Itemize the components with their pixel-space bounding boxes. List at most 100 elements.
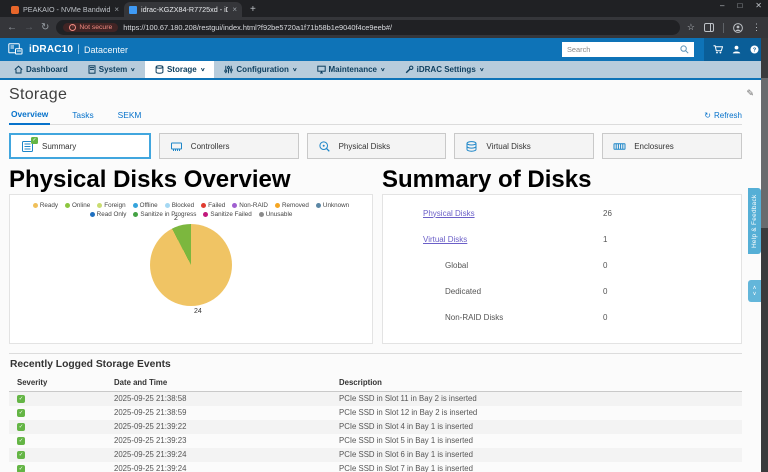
- user-icon[interactable]: [732, 45, 741, 54]
- nav-item-configuration[interactable]: Configuration ∨: [214, 61, 306, 78]
- tab-tasks[interactable]: Tasks: [70, 110, 95, 124]
- col-severity: Severity: [9, 374, 114, 392]
- idrac-favicon: [129, 6, 137, 14]
- sliders-icon: [224, 65, 233, 74]
- legend-item: Offline: [133, 202, 158, 209]
- severity-ok-icon: ✓: [17, 451, 25, 459]
- edit-pencil-icon[interactable]: ✎: [746, 88, 754, 99]
- summary-value: 0: [603, 287, 607, 296]
- url-text[interactable]: https://100.67.180.208/restgui/index.htm…: [123, 23, 392, 32]
- tab-overview[interactable]: Overview: [9, 109, 50, 125]
- license-level: Datacenter: [84, 45, 128, 55]
- legend-item: Removed: [275, 202, 309, 209]
- browser-toolbar: ← → ↻ ! Not secure https://100.67.180.20…: [0, 17, 768, 38]
- physical-disks-overview-title: Physical Disks Overview: [9, 166, 373, 194]
- browser-menu-icon[interactable]: ⋮: [752, 22, 761, 33]
- table-row: ✓2025-09-25 21:38:59PCIe SSD in Slot 12 …: [9, 406, 742, 420]
- physical-disks-button[interactable]: Physical Disks: [307, 133, 447, 159]
- pie-legend: Ready Online Foreign Offline Blocked Fai…: [10, 195, 372, 218]
- legend-item: Online: [65, 202, 90, 209]
- nav-item-system[interactable]: System ∨: [78, 61, 145, 78]
- summary-button[interactable]: ✓ Summary: [9, 133, 151, 159]
- storage-tabs: Overview Tasks SEKM ↻ Refresh: [9, 109, 742, 125]
- address-bar[interactable]: ! Not secure https://100.67.180.208/rest…: [56, 20, 680, 35]
- help-feedback-tab[interactable]: Help & Feedback: [748, 188, 761, 254]
- recent-events-title: Recently Logged Storage Events: [10, 359, 742, 370]
- cart-icon[interactable]: [713, 45, 723, 54]
- virtual-disks-link[interactable]: Virtual Disks: [423, 235, 467, 244]
- summary-value: 26: [603, 209, 612, 218]
- summary-label: Non-RAID Disks: [445, 313, 503, 322]
- severity-ok-icon: ✓: [17, 437, 25, 445]
- physical-disks-link[interactable]: Physical Disks: [423, 209, 475, 218]
- legend-dot: [232, 203, 237, 208]
- physical-disks-overview-card: Ready Online Foreign Offline Blocked Fai…: [9, 194, 373, 344]
- back-icon[interactable]: ←: [7, 23, 17, 33]
- chevron-down-icon: ∨: [200, 67, 205, 73]
- legend-item: Sanitize Failed: [203, 211, 251, 218]
- not-secure-badge[interactable]: ! Not secure: [63, 23, 118, 32]
- controllers-button[interactable]: Controllers: [159, 133, 299, 159]
- minimize-button[interactable]: –: [720, 1, 724, 10]
- virtual-disks-button[interactable]: Virtual Disks: [454, 133, 594, 159]
- refresh-button[interactable]: ↻ Refresh: [704, 111, 742, 124]
- summary-row: Virtual Disks1: [397, 226, 727, 252]
- browser-tab-peakaio[interactable]: PEAKAIO - NVMe Bandwidth ×: [6, 2, 124, 17]
- legend-item: Sanitize in Progress: [133, 211, 196, 218]
- summary-label: Dedicated: [445, 287, 481, 296]
- summary-value: 0: [603, 261, 607, 270]
- legend-dot: [203, 212, 208, 217]
- bookmark-star-icon[interactable]: ☆: [687, 22, 695, 33]
- legend-item: Unknown: [316, 202, 349, 209]
- close-tab-icon[interactable]: ×: [232, 6, 237, 14]
- close-tab-icon[interactable]: ×: [114, 6, 119, 14]
- scroll-chevrons-button[interactable]: ∧ ∨: [748, 280, 761, 302]
- global-search[interactable]: [562, 42, 694, 57]
- forward-icon[interactable]: →: [24, 23, 34, 33]
- enclosures-button[interactable]: Enclosures: [602, 133, 742, 159]
- search-input[interactable]: [567, 45, 680, 54]
- scrollbar-track[interactable]: [761, 38, 768, 472]
- summary-row: Global 0: [397, 252, 727, 278]
- legend-item: Unusable: [259, 211, 293, 218]
- ok-badge-icon: ✓: [31, 137, 38, 144]
- browser-tab-idrac[interactable]: idrac-KGZX84-R7725xd - iDR... ×: [124, 2, 242, 17]
- reload-icon[interactable]: ↻: [41, 23, 49, 33]
- nav-item-dashboard[interactable]: Dashboard: [4, 61, 78, 78]
- close-window-button[interactable]: ✕: [755, 1, 762, 10]
- refresh-icon: ↻: [704, 111, 711, 120]
- scrollbar-thumb[interactable]: [761, 78, 768, 228]
- help-icon[interactable]: ?: [750, 45, 759, 54]
- new-tab-button[interactable]: +: [250, 4, 256, 17]
- toolbar-divider: [723, 23, 724, 33]
- legend-dot: [97, 203, 102, 208]
- legend-item: Foreign: [97, 202, 125, 209]
- events-header-row: Severity Date and Time Description: [9, 374, 742, 392]
- browser-tabstrip: PEAKAIO - NVMe Bandwidth × idrac-KGZX84-…: [0, 0, 768, 17]
- controller-icon: [170, 140, 183, 153]
- idrac-header: iDRAC10 | Datacenter ?: [0, 38, 768, 61]
- enclosure-icon: [613, 140, 626, 153]
- peakaio-favicon: [11, 6, 19, 14]
- legend-item: Read Only: [90, 211, 127, 218]
- nav-item-maintenance[interactable]: Maintenance ∨: [307, 61, 395, 78]
- table-row: ✓2025-09-25 21:39:22PCIe SSD in Slot 4 i…: [9, 420, 742, 434]
- legend-item: Blocked: [165, 202, 194, 209]
- tab-sekm[interactable]: SEKM: [116, 110, 144, 124]
- idrac-logo-icon: [8, 43, 23, 56]
- chevron-down-icon: ∨: [752, 291, 756, 297]
- storage-tile-row: ✓ Summary Controllers Physical Disks: [9, 133, 742, 159]
- nav-item-idrac-settings[interactable]: iDRAC Settings ∨: [395, 61, 494, 78]
- profile-icon[interactable]: [733, 23, 743, 33]
- brand-name: iDRAC10: [29, 44, 73, 55]
- summary-label: Global: [445, 261, 468, 270]
- legend-dot: [259, 212, 264, 217]
- disk-stack-icon: [155, 65, 164, 74]
- side-panel-icon[interactable]: [704, 23, 714, 32]
- severity-ok-icon: ✓: [17, 395, 25, 403]
- physical-disk-icon: [318, 140, 331, 153]
- severity-ok-icon: ✓: [17, 409, 25, 417]
- maximize-button[interactable]: □: [737, 1, 742, 10]
- nav-item-storage[interactable]: Storage ∨: [145, 61, 214, 78]
- summary-row: Dedicated 0: [397, 278, 727, 304]
